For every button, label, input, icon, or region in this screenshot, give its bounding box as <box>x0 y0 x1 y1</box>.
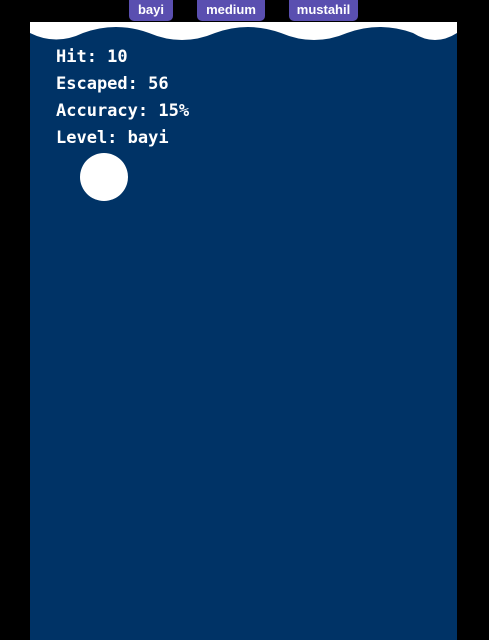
target-ball[interactable] <box>80 153 128 201</box>
level-button-bayi[interactable]: bayi <box>129 0 173 21</box>
level-selector: bayi medium mustahil <box>0 0 489 22</box>
score-panel: Hit: 10 Escaped: 56 Accuracy: 15% Level:… <box>56 44 189 152</box>
game-area[interactable]: Hit: 10 Escaped: 56 Accuracy: 15% Level:… <box>30 22 457 640</box>
wave-border <box>30 22 457 40</box>
hit-counter: Hit: 10 <box>56 47 128 67</box>
level-button-medium[interactable]: medium <box>197 0 265 21</box>
level-button-mustahil[interactable]: mustahil <box>289 0 358 21</box>
escaped-counter: Escaped: 56 <box>56 74 169 94</box>
level-display: Level: bayi <box>56 128 169 148</box>
accuracy-display: Accuracy: 15% <box>56 101 190 121</box>
